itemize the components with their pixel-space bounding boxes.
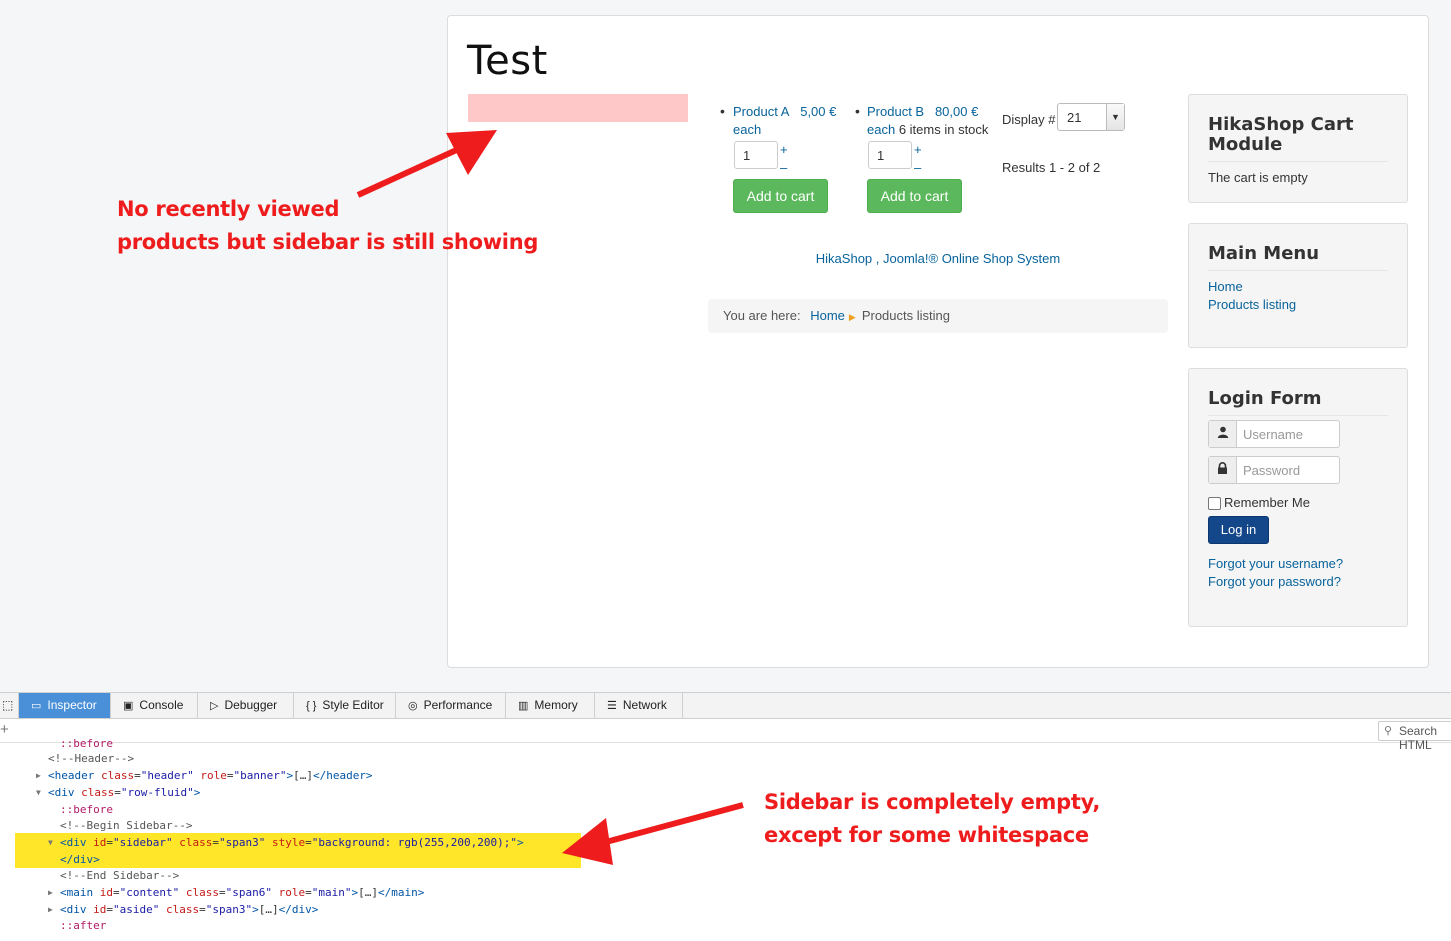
annotation-line: Sidebar is completely empty, [764, 790, 1101, 814]
annotation-arrows [356, 130, 744, 865]
arrow-to-code-shaft [594, 802, 744, 848]
arrow-to-code-head [562, 818, 613, 865]
annotation-line: except for some whitespace [764, 823, 1089, 847]
annotation-note-sidebar-empty: Sidebar is completely empty, except for … [764, 786, 1100, 852]
